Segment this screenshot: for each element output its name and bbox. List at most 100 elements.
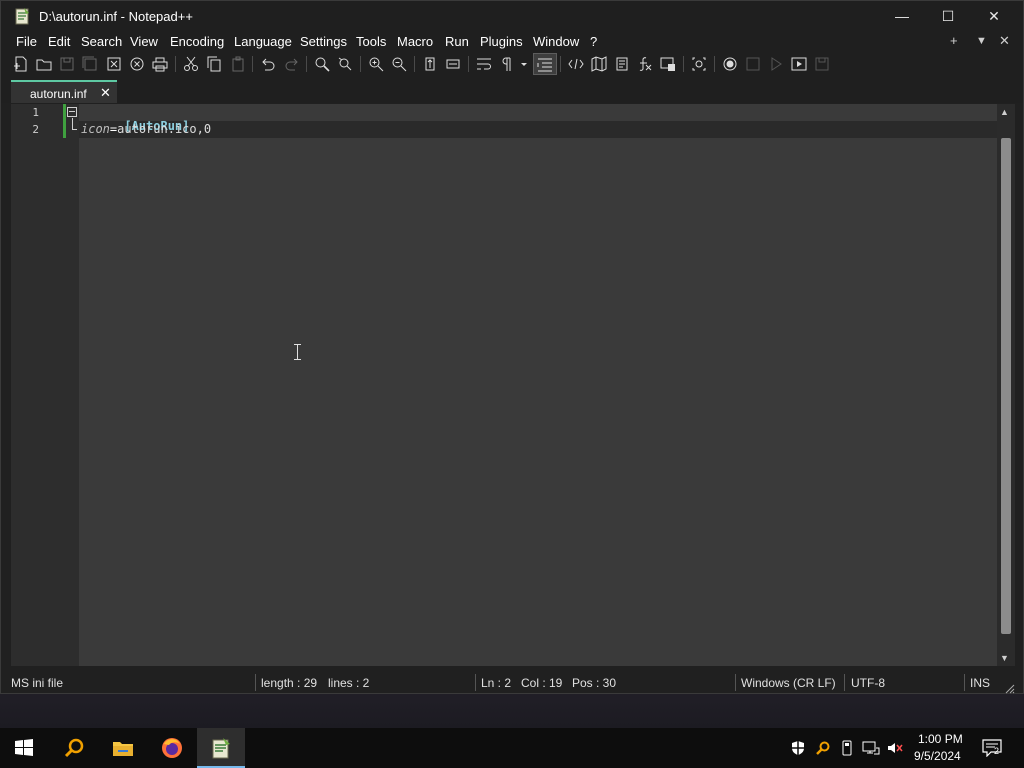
status-length: length : 29 xyxy=(261,676,318,690)
tab-autorun-inf[interactable]: autorun.inf ✕ xyxy=(11,80,117,103)
current-line-highlight xyxy=(79,121,997,138)
resize-grip-icon[interactable] xyxy=(1005,681,1015,699)
title-bar[interactable]: D:\autorun.inf - Notepad++ — ☐ ✕ xyxy=(1,1,1023,32)
undo-icon[interactable] xyxy=(259,55,277,73)
line-number: 2 xyxy=(32,123,39,136)
xml-icon[interactable] xyxy=(567,55,585,73)
menu-plugins[interactable]: Plugins xyxy=(480,34,523,49)
scrollbar-thumb[interactable] xyxy=(1001,138,1011,634)
status-column: Col : 19 xyxy=(521,676,563,690)
menu-help[interactable]: ? xyxy=(590,34,597,49)
menu-run[interactable]: Run xyxy=(445,34,469,49)
record-macro-icon[interactable] xyxy=(721,55,739,73)
scroll-down-arrow-icon[interactable]: ▼ xyxy=(1000,653,1009,663)
cut-icon[interactable] xyxy=(182,55,200,73)
save-all-icon[interactable] xyxy=(81,55,99,73)
status-insert-mode[interactable]: INS xyxy=(970,676,990,690)
code-line-2: icon=autorun.ico,0 xyxy=(81,122,211,136)
fold-margin[interactable] xyxy=(63,104,79,666)
stop-macro-icon[interactable] xyxy=(744,55,762,73)
open-file-icon[interactable] xyxy=(35,55,53,73)
chevron-down-icon[interactable] xyxy=(519,55,529,73)
volume-muted-icon[interactable] xyxy=(886,740,904,759)
minimize-button[interactable]: — xyxy=(879,1,925,32)
notification-count-badge: 2 xyxy=(994,746,1000,756)
notepad-plus-plus-window: D:\autorun.inf - Notepad++ — ☐ ✕ File Ed… xyxy=(0,0,1024,694)
usb-device-icon[interactable] xyxy=(840,740,854,759)
notification-center-icon[interactable] xyxy=(982,739,1004,762)
file-explorer-taskbar-button[interactable] xyxy=(99,728,147,768)
monitoring-icon[interactable] xyxy=(690,55,708,73)
menu-search[interactable]: Search xyxy=(81,34,122,49)
toolbar-separator xyxy=(683,56,684,72)
toolbar-separator xyxy=(560,56,561,72)
search-tray-icon[interactable] xyxy=(815,740,831,759)
menu-view[interactable]: View xyxy=(130,34,158,49)
save-icon[interactable] xyxy=(58,55,76,73)
firefox-taskbar-button[interactable] xyxy=(148,728,196,768)
function-list-icon[interactable] xyxy=(613,55,631,73)
menu-tools[interactable]: Tools xyxy=(356,34,386,49)
tab-close-button[interactable]: ✕ xyxy=(100,85,111,101)
sync-vertical-icon[interactable] xyxy=(421,55,439,73)
zoom-out-icon[interactable] xyxy=(390,55,408,73)
window-title: D:\autorun.inf - Notepad++ xyxy=(39,9,193,24)
toolbar-separator xyxy=(414,56,415,72)
toolbar-separator xyxy=(360,56,361,72)
close-window-button[interactable]: ✕ xyxy=(971,1,1017,32)
fold-line-end xyxy=(72,129,77,130)
search-taskbar-button[interactable] xyxy=(50,728,98,768)
menu-file[interactable]: File xyxy=(16,34,37,49)
network-icon[interactable] xyxy=(862,740,880,759)
copy-icon[interactable] xyxy=(205,55,223,73)
close-icon[interactable] xyxy=(105,55,123,73)
close-document-button[interactable]: ✕ xyxy=(999,33,1010,49)
redo-icon[interactable] xyxy=(283,55,301,73)
sync-horizontal-icon[interactable] xyxy=(444,55,462,73)
zoom-in-icon[interactable] xyxy=(367,55,385,73)
maximize-button[interactable]: ☐ xyxy=(925,1,971,32)
scroll-up-arrow-icon[interactable]: ▲ xyxy=(1000,107,1009,117)
vertical-scrollbar[interactable]: ▲ ▼ xyxy=(997,104,1015,666)
paste-icon[interactable] xyxy=(229,55,247,73)
menu-bar: File Edit Search View Encoding Language … xyxy=(1,32,1023,52)
menu-window[interactable]: Window xyxy=(533,34,579,49)
fold-collapse-icon[interactable] xyxy=(67,107,77,117)
print-icon[interactable] xyxy=(151,55,169,73)
notepad-plus-plus-taskbar-button[interactable] xyxy=(197,728,245,768)
security-shield-icon[interactable] xyxy=(790,740,806,759)
status-position: Pos : 30 xyxy=(572,676,617,690)
new-file-icon[interactable] xyxy=(12,55,30,73)
document-map-icon[interactable] xyxy=(590,55,608,73)
close-all-icon[interactable] xyxy=(128,55,146,73)
taskbar-clock-time[interactable]: 1:00 PM xyxy=(918,732,963,746)
function-icon[interactable] xyxy=(636,55,654,73)
replace-icon[interactable] xyxy=(336,55,354,73)
menu-settings[interactable]: Settings xyxy=(300,34,347,49)
save-macro-icon[interactable] xyxy=(813,55,831,73)
menu-encoding[interactable]: Encoding xyxy=(170,34,224,49)
status-encoding[interactable]: UTF-8 xyxy=(851,676,885,690)
status-eol-format[interactable]: Windows (CR LF) xyxy=(741,676,836,690)
show-all-characters-icon[interactable] xyxy=(499,55,517,73)
find-icon[interactable] xyxy=(313,55,331,73)
start-button[interactable] xyxy=(0,728,48,768)
play-multiple-icon[interactable] xyxy=(790,55,808,73)
tab-list-dropdown[interactable]: ▼ xyxy=(976,35,987,47)
menu-language[interactable]: Language xyxy=(234,34,292,49)
status-file-type: MS ini file xyxy=(11,676,64,690)
toolbar-separator xyxy=(714,56,715,72)
play-macro-icon[interactable] xyxy=(767,55,785,73)
taskbar-clock-date[interactable]: 9/5/2024 xyxy=(914,749,961,763)
status-separator xyxy=(475,674,476,691)
menu-macro[interactable]: Macro xyxy=(397,34,433,49)
line-number-gutter: 1 2 xyxy=(11,104,63,666)
menu-edit[interactable]: Edit xyxy=(48,34,70,49)
word-wrap-icon[interactable] xyxy=(475,55,493,73)
folder-as-workspace-icon[interactable] xyxy=(659,55,677,73)
add-tab-button[interactable]: + xyxy=(950,33,958,48)
text-editor[interactable]: 1 2 [AutoRun] icon=autorun.ico,0 ▲ ▼ xyxy=(11,104,1015,666)
line-number: 1 xyxy=(32,106,39,119)
indent-guide-icon[interactable] xyxy=(536,55,554,73)
ini-key: icon xyxy=(81,122,110,136)
